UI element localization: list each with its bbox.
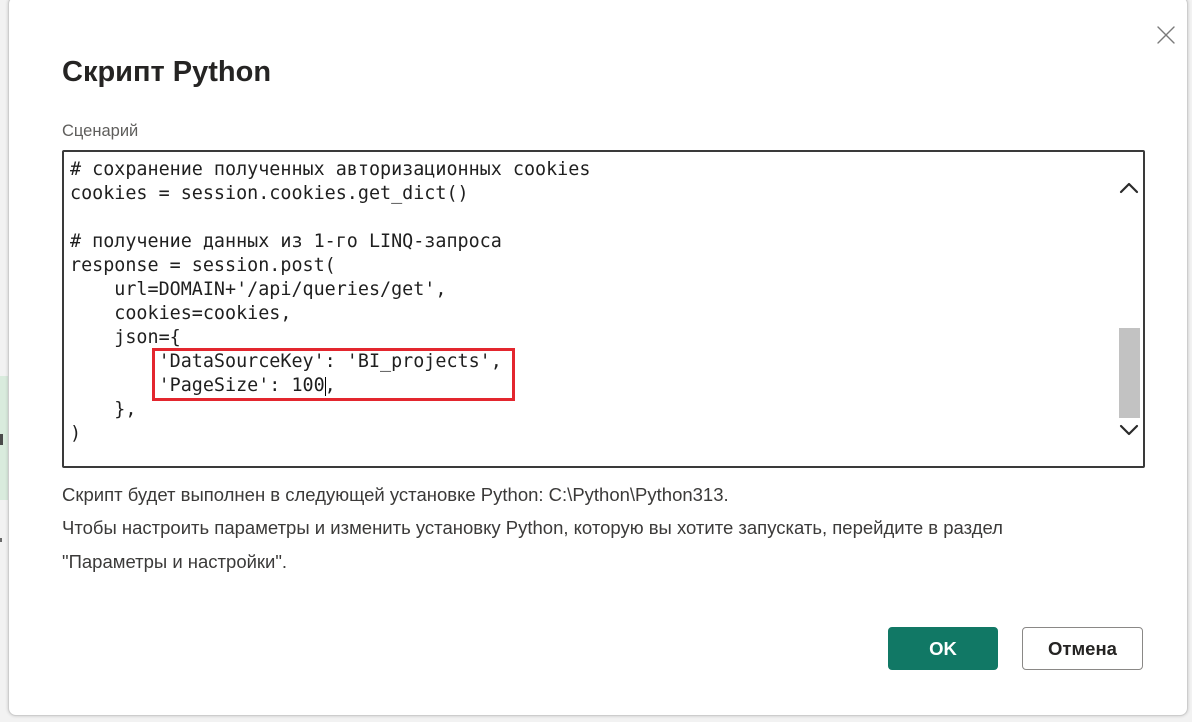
settings-hint-text: Чтобы настроить параметры и изменить уст… <box>62 517 1003 538</box>
code-line-text[interactable]: json={ <box>70 327 180 348</box>
code-line[interactable]: }, <box>70 398 1109 422</box>
code-line-text[interactable]: cookies = session.cookies.get_dict() <box>70 183 469 204</box>
code-line[interactable]: cookies = session.cookies.get_dict() <box>70 182 1109 206</box>
scroll-up-button[interactable] <box>1115 176 1143 200</box>
code-line[interactable]: cookies=cookies, <box>70 302 1109 326</box>
scrollbar-track[interactable] <box>1115 204 1143 418</box>
close-icon-stroke <box>1157 26 1175 44</box>
settings-hint-text-continued: "Параметры и настройки". <box>62 551 288 572</box>
code-line-text[interactable]: cookies=cookies, <box>70 303 291 324</box>
chevron-down-icon-stroke <box>1119 424 1139 436</box>
code-line[interactable]: # получение данных из 1-го LINQ-запроса <box>70 230 1109 254</box>
code-line-text[interactable]: url=DOMAIN+'/api/queries/get', <box>70 279 446 300</box>
code-line-text[interactable]: ) <box>70 423 81 444</box>
code-line[interactable] <box>70 206 1109 230</box>
code-line-text[interactable]: 'PageSize': 100, <box>70 375 336 396</box>
scroll-down-button[interactable] <box>1115 418 1143 442</box>
code-line[interactable]: 'DataSourceKey': 'BI_projects', <box>70 350 1109 374</box>
chevron-up-icon-stroke <box>1119 182 1139 194</box>
dialog-title: Скрипт Python <box>62 56 272 88</box>
code-line[interactable]: json={ <box>70 326 1109 350</box>
code-line-text[interactable]: }, <box>70 399 136 420</box>
background-window-dot <box>0 538 2 542</box>
editor-scrollbar[interactable] <box>1115 152 1143 466</box>
close-icon <box>1157 26 1175 44</box>
cancel-button[interactable]: Отмена <box>1022 627 1143 670</box>
code-line[interactable]: url=DOMAIN+'/api/queries/get', <box>70 278 1109 302</box>
chevron-down-icon <box>1119 424 1139 436</box>
script-label: Сценарий <box>62 122 139 140</box>
close-button[interactable] <box>1155 24 1177 46</box>
code-line-text[interactable]: # получение данных из 1-го LINQ-запроса <box>70 231 502 252</box>
scrollbar-thumb[interactable] <box>1119 328 1140 418</box>
code-line[interactable]: response = session.post( <box>70 254 1109 278</box>
code-line-text[interactable]: 'DataSourceKey': 'BI_projects', <box>70 351 502 372</box>
code-line-text[interactable]: # сохранение полученных авторизационных … <box>70 159 590 180</box>
code-line[interactable]: ) <box>70 422 1109 446</box>
ok-button[interactable]: OK <box>888 627 998 670</box>
code-line[interactable]: 'PageSize': 100, <box>70 374 1109 398</box>
code-line-text[interactable]: response = session.post( <box>70 255 336 276</box>
text-cursor <box>324 377 327 396</box>
script-editor[interactable]: # сохранение полученных авторизационных … <box>62 150 1145 468</box>
chevron-up-icon <box>1119 182 1139 194</box>
python-install-text: Скрипт будет выполнен в следующей устано… <box>62 484 729 505</box>
python-script-dialog: Скрипт Python Сценарий # сохранение полу… <box>8 0 1188 716</box>
background-window-mark <box>0 434 3 445</box>
code-line[interactable]: # сохранение полученных авторизационных … <box>70 158 1109 182</box>
code-content[interactable]: # сохранение полученных авторизационных … <box>70 158 1109 446</box>
